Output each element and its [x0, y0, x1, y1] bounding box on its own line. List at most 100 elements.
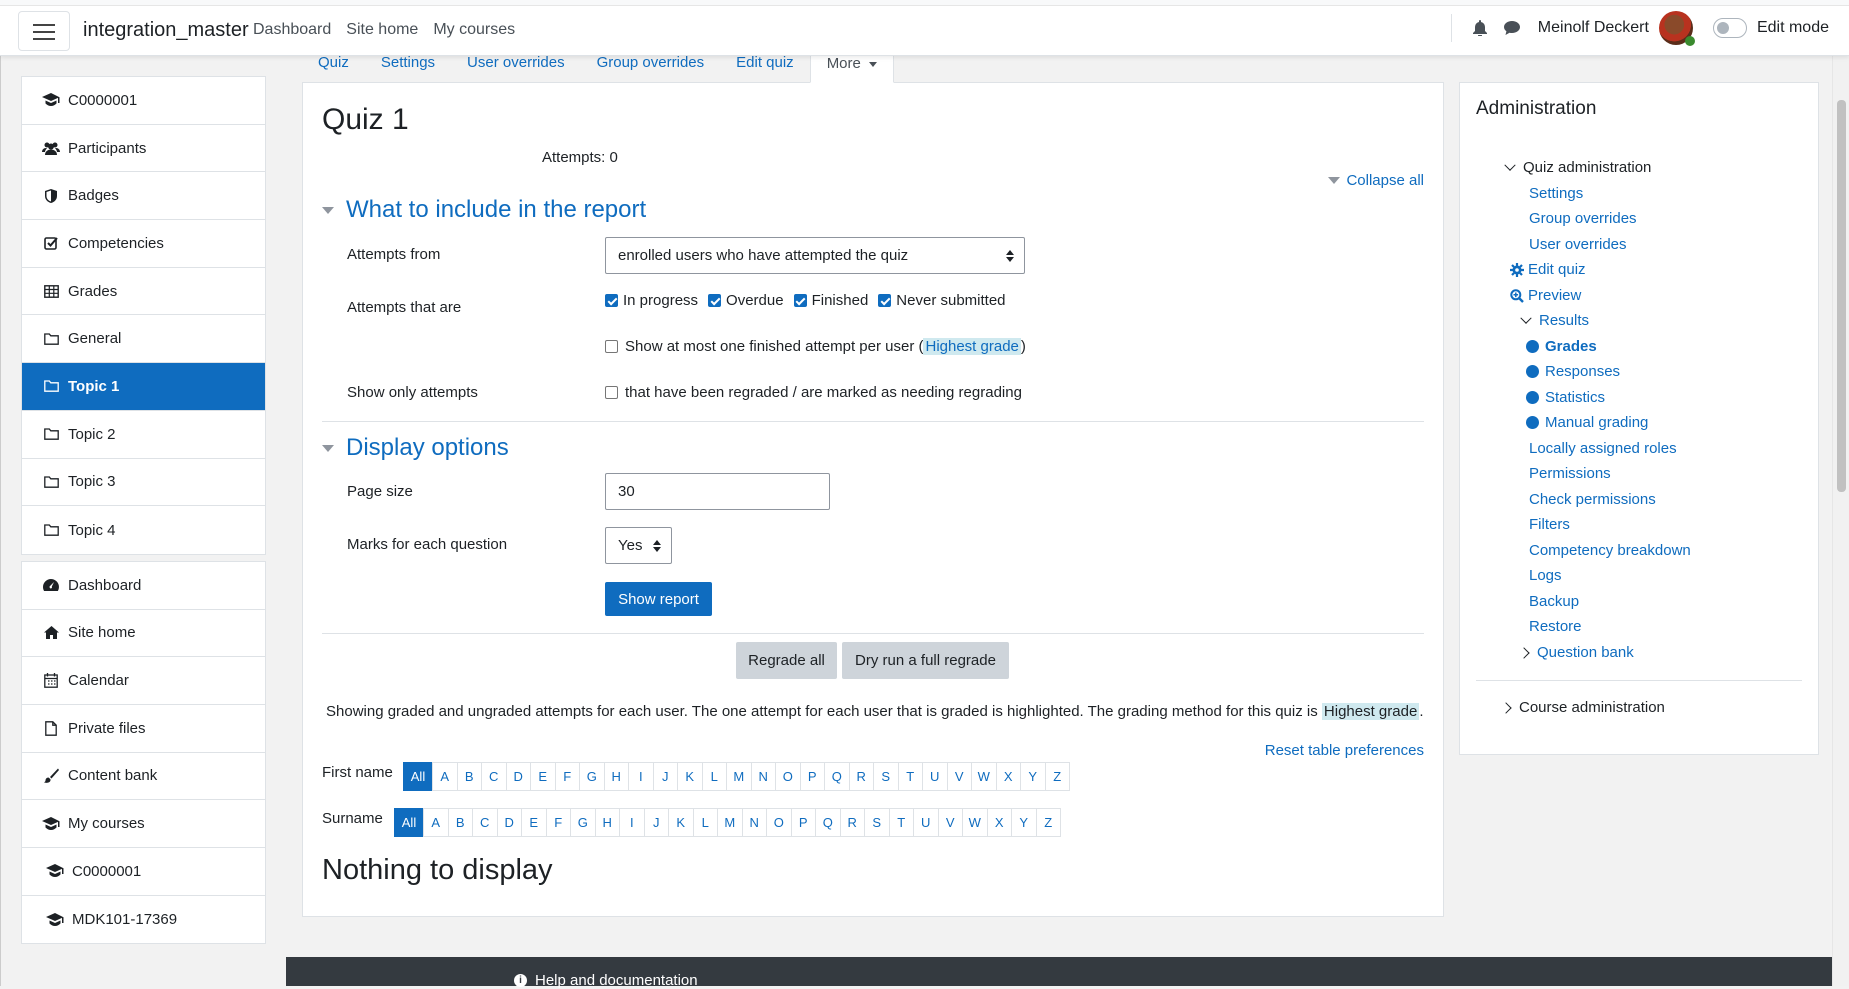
first-name-initial-c[interactable]: C [481, 762, 507, 791]
first-name-initial-v[interactable]: V [946, 762, 972, 791]
section-display-options[interactable]: Display options [322, 434, 509, 462]
first-name-initial-d[interactable]: D [505, 762, 531, 791]
tree-restore-link[interactable]: Restore [1529, 618, 1582, 635]
first-name-initial-t[interactable]: T [897, 762, 923, 791]
regraded-option[interactable]: that have been regraded / are marked as … [605, 384, 1022, 401]
checkbox-one-attempt[interactable] [605, 340, 618, 353]
surname-initial-r[interactable]: R [839, 808, 865, 837]
surname-initial-a[interactable]: A [423, 808, 449, 837]
first-name-initial-all[interactable]: All [403, 762, 433, 791]
tree-logs-link[interactable]: Logs [1529, 567, 1562, 584]
surname-initial-j[interactable]: J [643, 808, 669, 837]
surname-initial-i[interactable]: I [619, 808, 645, 837]
first-name-initial-q[interactable]: Q [824, 762, 850, 791]
drawer-item-topic-3[interactable]: Topic 3 [22, 459, 265, 507]
tree-backup-link[interactable]: Backup [1529, 593, 1579, 610]
collapse-all-link[interactable]: Collapse all [1328, 172, 1424, 189]
drawer-item-dashboard[interactable]: Dashboard [22, 562, 265, 610]
first-name-initial-l[interactable]: L [701, 762, 727, 791]
first-name-initial-n[interactable]: N [750, 762, 776, 791]
scrollbar-thumb[interactable] [1837, 100, 1846, 492]
first-name-initial-z[interactable]: Z [1044, 762, 1070, 791]
surname-initial-y[interactable]: Y [1011, 808, 1037, 837]
surname-initial-o[interactable]: O [766, 808, 792, 837]
first-name-initial-f[interactable]: F [554, 762, 580, 791]
tree-locally-assigned-roles-link[interactable]: Locally assigned roles [1529, 440, 1677, 457]
tree-grades-link[interactable]: Grades [1526, 338, 1597, 355]
first-name-initial-y[interactable]: Y [1020, 762, 1046, 791]
one-attempt-option[interactable]: Show at most one finished attempt per us… [605, 338, 1026, 355]
state-overdue[interactable]: Overdue [708, 292, 784, 309]
surname-initial-g[interactable]: G [570, 808, 596, 837]
tree-settings-link[interactable]: Settings [1529, 185, 1583, 202]
surname-initial-v[interactable]: V [937, 808, 963, 837]
surname-initial-u[interactable]: U [913, 808, 939, 837]
first-name-initial-i[interactable]: I [628, 762, 654, 791]
drawer-item-grades[interactable]: Grades [22, 268, 265, 316]
drawer-item-participants[interactable]: Participants [22, 125, 265, 173]
state-in-progress[interactable]: In progress [605, 292, 698, 309]
first-name-initial-u[interactable]: U [922, 762, 948, 791]
edit-mode-toggle[interactable] [1712, 18, 1747, 38]
first-name-initial-w[interactable]: W [971, 762, 997, 791]
tree-results-node[interactable]: Results [1520, 312, 1589, 329]
show-report-button[interactable]: Show report [605, 582, 712, 616]
drawer-item-competencies[interactable]: Competencies [22, 220, 265, 268]
first-name-initial-e[interactable]: E [530, 762, 556, 791]
surname-initial-e[interactable]: E [521, 808, 547, 837]
state-finished[interactable]: Finished [793, 292, 868, 309]
surname-initial-b[interactable]: B [447, 808, 473, 837]
nav-link-my-courses[interactable]: My courses [433, 21, 515, 39]
drawer-item-badges[interactable]: Badges [22, 172, 265, 221]
tree-user-overrides-link[interactable]: User overrides [1529, 236, 1627, 253]
surname-initial-w[interactable]: W [962, 808, 988, 837]
drawer-item-site-home[interactable]: Site home [22, 610, 265, 658]
tree-filters-link[interactable]: Filters [1529, 516, 1570, 533]
first-name-initial-g[interactable]: G [579, 762, 605, 791]
surname-initial-z[interactable]: Z [1035, 808, 1061, 837]
state-never-submitted[interactable]: Never submitted [878, 292, 1006, 309]
checkbox-in-progress[interactable] [605, 294, 618, 307]
surname-initial-l[interactable]: L [692, 808, 718, 837]
tree-quiz-administration[interactable]: Quiz administration [1504, 159, 1651, 176]
attempts-from-select[interactable]: enrolled users who have attempted the qu… [605, 237, 1025, 274]
tree-statistics-link[interactable]: Statistics [1526, 389, 1605, 406]
marks-select[interactable]: Yes [605, 527, 672, 564]
first-name-initial-m[interactable]: M [726, 762, 752, 791]
surname-initial-n[interactable]: N [741, 808, 767, 837]
tree-question-bank-node[interactable]: Question bank [1518, 644, 1634, 661]
surname-initial-all[interactable]: All [394, 808, 424, 837]
surname-initial-s[interactable]: S [864, 808, 890, 837]
drawer-item-topic-4[interactable]: Topic 4 [22, 506, 265, 554]
nav-link-dashboard[interactable]: Dashboard [253, 21, 331, 39]
drawer-item-topic-1[interactable]: Topic 1 [22, 363, 265, 411]
tree-preview-link[interactable]: Preview [1510, 287, 1581, 304]
drawer-item-general[interactable]: General [22, 315, 265, 364]
first-name-initial-s[interactable]: S [873, 762, 899, 791]
surname-initial-f[interactable]: F [545, 808, 571, 837]
site-brand[interactable]: integration_master [83, 19, 249, 42]
drawer-item-private-files[interactable]: Private files [22, 705, 265, 753]
nav-link-site-home[interactable]: Site home [346, 21, 418, 39]
tree-course-administration-node[interactable]: Course administration [1500, 699, 1665, 716]
drawer-item-course[interactable]: C0000001 [22, 77, 265, 125]
surname-initial-q[interactable]: Q [815, 808, 841, 837]
checkbox-never-submitted[interactable] [878, 294, 892, 307]
tree-edit-quiz-link[interactable]: Edit quiz [1510, 261, 1586, 278]
page-size-input[interactable]: 30 [605, 473, 830, 510]
first-name-initial-h[interactable]: H [603, 762, 629, 791]
drawer-item-content-bank[interactable]: Content bank [22, 753, 265, 801]
drawer-item-my-courses[interactable]: My courses [22, 800, 265, 848]
first-name-initial-x[interactable]: X [995, 762, 1021, 791]
tree-manual-grading-link[interactable]: Manual grading [1526, 414, 1648, 431]
regrade-all-button[interactable]: Regrade all [736, 642, 837, 679]
surname-initial-t[interactable]: T [888, 808, 914, 837]
user-avatar[interactable] [1658, 11, 1695, 46]
tree-group-overrides-link[interactable]: Group overrides [1529, 210, 1637, 227]
first-name-initial-r[interactable]: R [848, 762, 874, 791]
checkbox-overdue[interactable] [708, 294, 722, 307]
first-name-initial-p[interactable]: P [799, 762, 825, 791]
surname-initial-h[interactable]: H [594, 808, 620, 837]
first-name-initial-o[interactable]: O [775, 762, 801, 791]
first-name-initial-j[interactable]: J [652, 762, 678, 791]
